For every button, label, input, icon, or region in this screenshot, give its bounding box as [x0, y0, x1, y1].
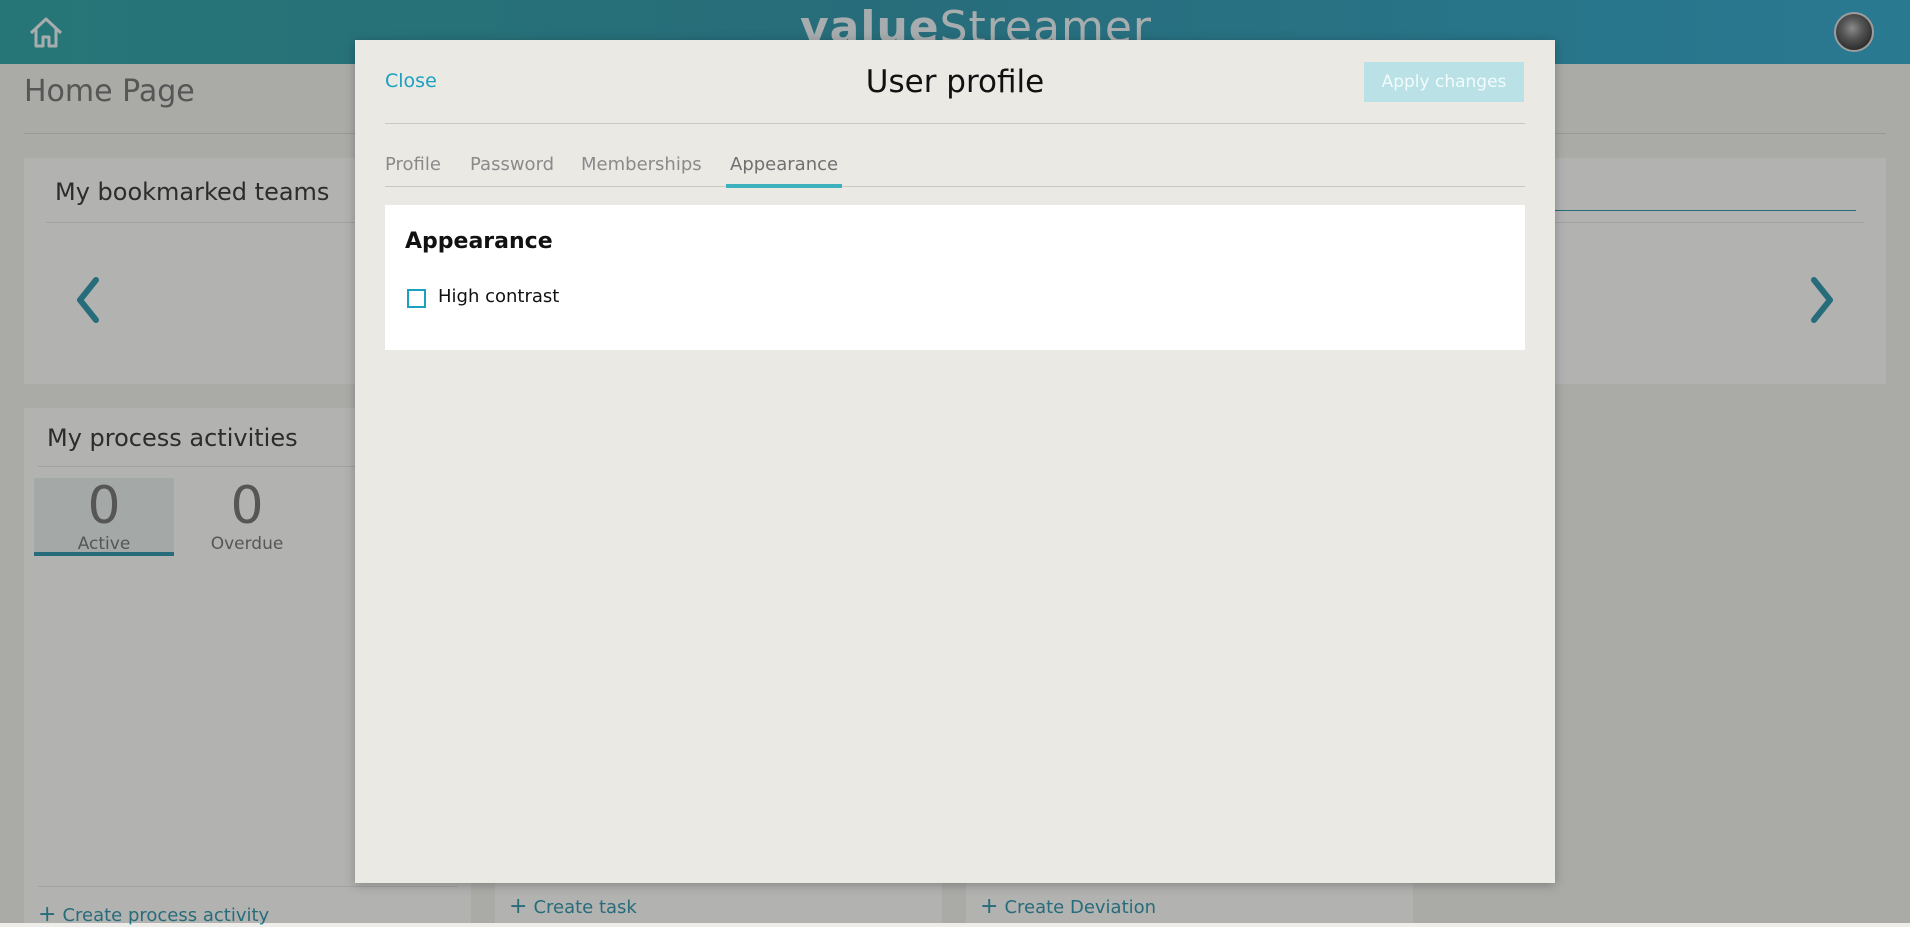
high-contrast-checkbox[interactable] [407, 289, 426, 308]
profile-tabs: Profile Password Memberships Appearance [385, 154, 1525, 188]
tab-profile[interactable]: Profile [385, 154, 441, 184]
tab-appearance[interactable]: Appearance [726, 154, 843, 188]
user-profile-dialog: Close User profile Apply changes Profile… [355, 40, 1555, 883]
tab-memberships[interactable]: Memberships [581, 154, 702, 184]
tab-password[interactable]: Password [470, 154, 554, 184]
appearance-panel: Appearance High contrast [385, 205, 1525, 350]
appearance-heading: Appearance [405, 229, 553, 254]
high-contrast-label[interactable]: High contrast [438, 286, 559, 307]
apply-changes-button[interactable]: Apply changes [1364, 62, 1524, 102]
divider [385, 123, 1525, 124]
